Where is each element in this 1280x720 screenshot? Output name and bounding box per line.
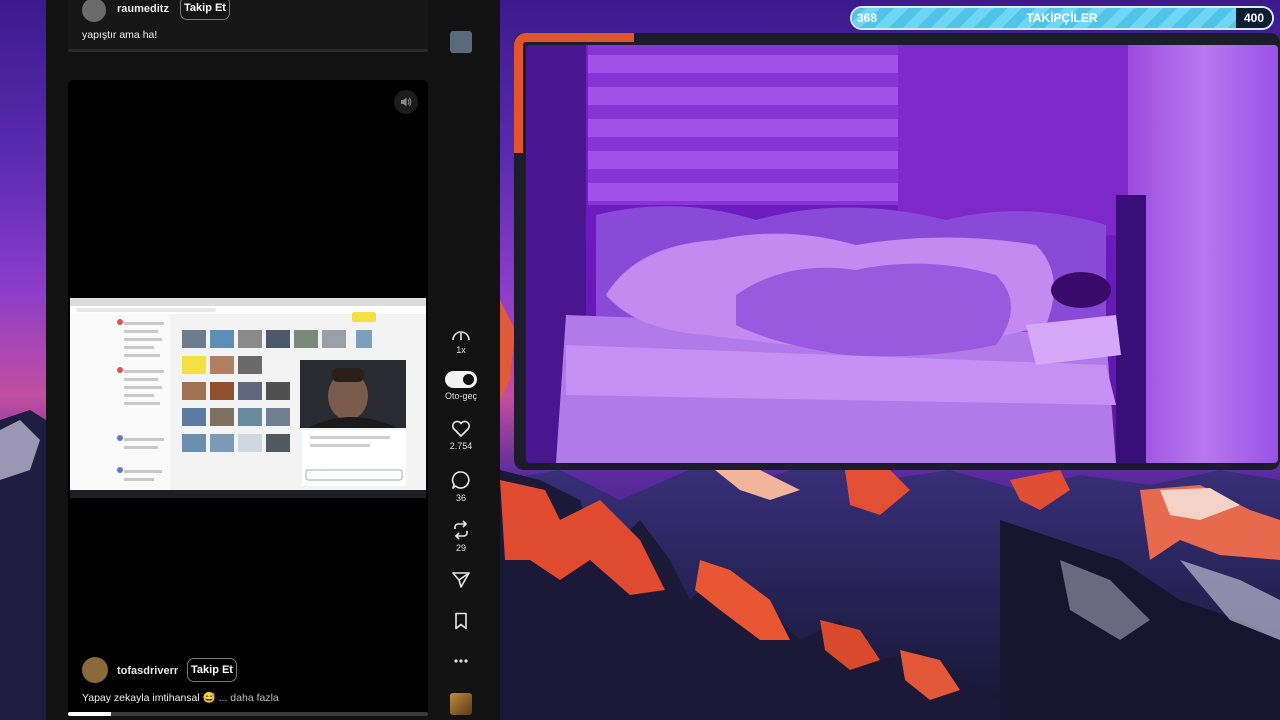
post-caption: yapıştır ama ha! xyxy=(82,29,158,41)
repost-icon xyxy=(454,520,468,540)
more-link[interactable]: ... daha fazla xyxy=(219,692,279,704)
avatar[interactable] xyxy=(82,657,108,683)
caption-emoji: 😅 xyxy=(202,692,216,704)
more-icon xyxy=(454,659,468,663)
post-divider xyxy=(68,49,428,52)
post-username[interactable]: raumeditz xyxy=(117,3,169,15)
next-post-thumbnail[interactable] xyxy=(441,693,481,715)
follow-button[interactable]: Takip Et xyxy=(180,0,230,20)
mute-button[interactable] xyxy=(394,90,418,114)
save-button[interactable] xyxy=(441,612,481,630)
like-count: 2.754 xyxy=(449,441,473,451)
repost-button[interactable]: 29 xyxy=(441,520,481,553)
comment-count: 36 xyxy=(455,493,466,503)
playback-speed-button[interactable]: 1x xyxy=(441,326,481,355)
goal-label: TAKİPÇİLER xyxy=(1026,11,1098,25)
video-player[interactable] xyxy=(68,80,428,716)
more-options-button[interactable] xyxy=(441,654,481,668)
video-progress-fill xyxy=(68,712,112,716)
video-frame xyxy=(70,298,426,498)
goal-target: 400 xyxy=(1243,11,1264,25)
post-caption: Yapay zekayla imtihansal 😅 ... daha fazl… xyxy=(82,691,279,704)
comment-button[interactable]: 36 xyxy=(441,470,481,503)
autoplay-toggle[interactable]: Oto-geç xyxy=(441,371,481,401)
follow-button[interactable]: Takip Et xyxy=(187,658,237,682)
speed-label: 1x xyxy=(456,345,466,355)
previous-post-thumbnail[interactable] xyxy=(441,31,481,53)
thumbnail-image xyxy=(450,31,472,53)
speaker-icon xyxy=(401,97,412,107)
more-icon xyxy=(452,0,470,4)
heart-icon xyxy=(451,420,471,437)
repost-count: 29 xyxy=(455,543,466,553)
avatar[interactable] xyxy=(82,0,106,22)
like-button[interactable]: 2.754 xyxy=(441,420,481,451)
speedometer-icon xyxy=(452,331,470,341)
send-icon xyxy=(452,572,470,588)
action-rail: 1x Oto-geç 2.754 36 29 xyxy=(441,0,481,720)
toggle-switch[interactable] xyxy=(445,371,477,388)
previous-post: raumeditz Takip Et yapıştır ama ha! xyxy=(68,0,428,52)
video-progress-bar[interactable] xyxy=(68,712,428,716)
more-options-top[interactable] xyxy=(441,0,481,4)
follower-goal-bar: 368 TAKİPÇİLER 400 xyxy=(850,6,1274,30)
autoplay-label: Oto-geç xyxy=(444,391,477,401)
thumbnail-image xyxy=(450,693,472,715)
webcam-feed xyxy=(526,45,1278,463)
share-button[interactable] xyxy=(441,571,481,589)
caption-text: Yapay zekayla imtihansal xyxy=(82,692,200,704)
bookmark-icon xyxy=(455,612,467,630)
post-username[interactable]: tofasdriverr xyxy=(117,665,178,677)
comment-icon xyxy=(451,471,470,489)
social-feed-panel: raumeditz Takip Et yapıştır ama ha! tofa… xyxy=(46,0,500,720)
